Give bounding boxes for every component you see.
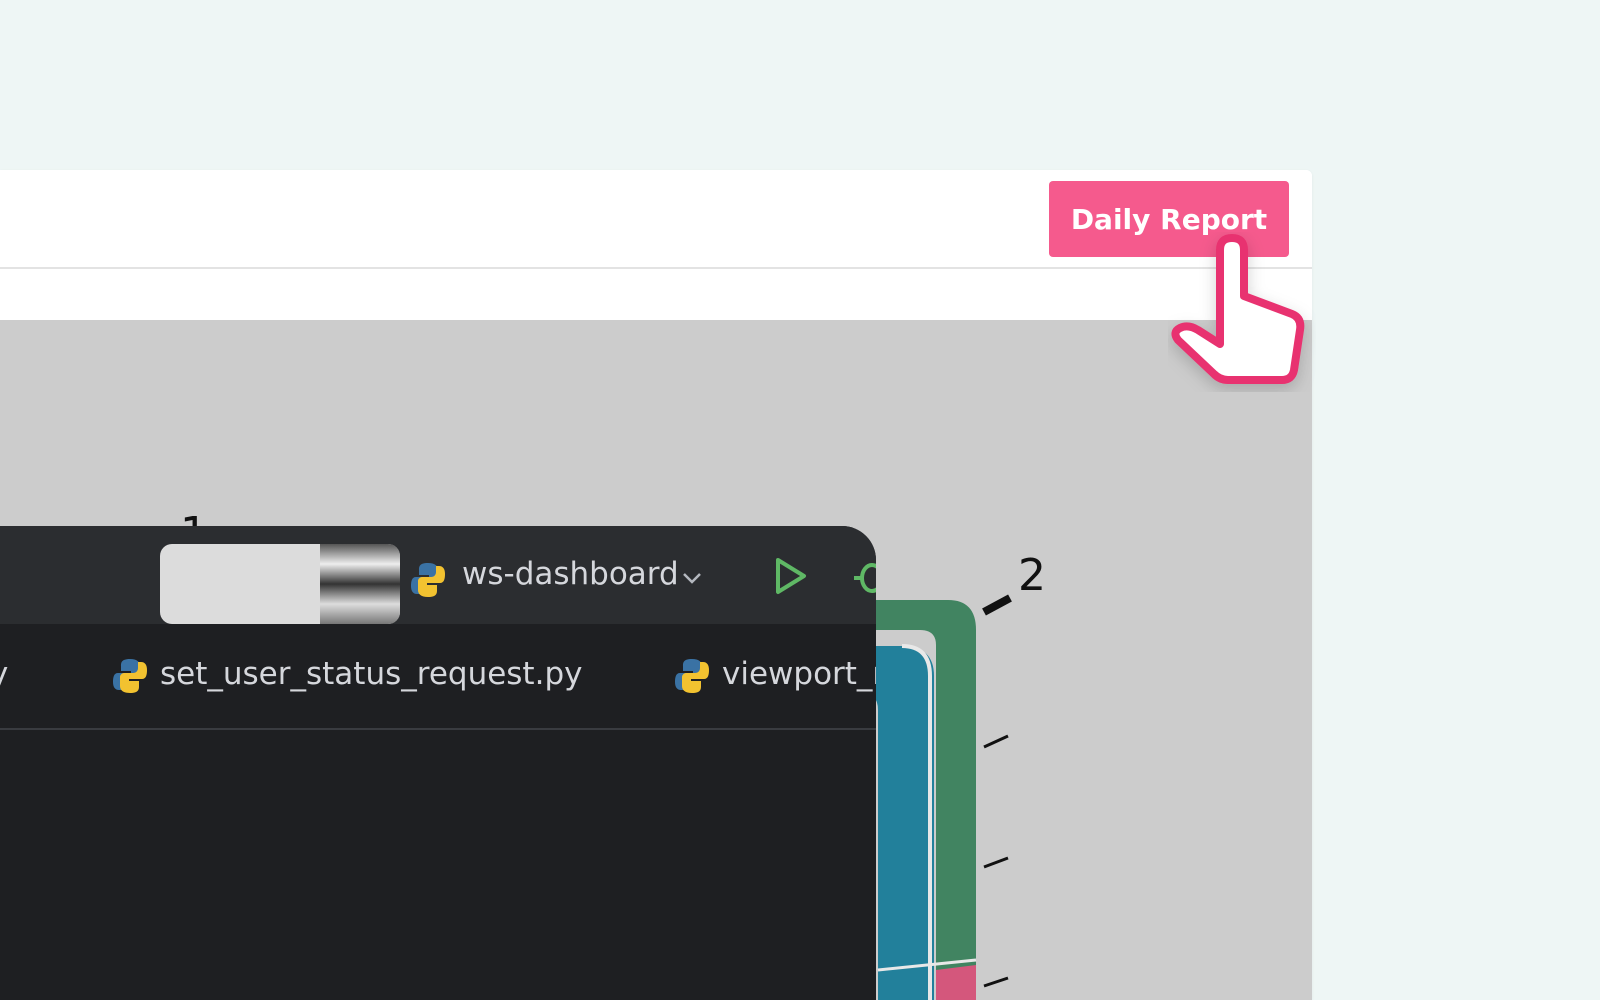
thumbnail-placeholder (160, 544, 400, 624)
card-header: Daily Report (0, 170, 1312, 269)
chevron-down-icon[interactable] (680, 566, 704, 590)
report-card: Daily Report 2 ws-dashboard set_user_sta… (0, 170, 1312, 1000)
python-icon (675, 659, 709, 693)
ruler-label-2: 2 (1018, 550, 1046, 601)
python-icon (411, 563, 445, 597)
ide-toolbar: ws-dashboard (0, 526, 876, 624)
right-ruler-ticks (983, 734, 1009, 988)
ide-window: ws-dashboard y set_user_status_request.p… (0, 526, 876, 1000)
run-icon[interactable] (770, 556, 810, 596)
python-icon (113, 659, 147, 693)
project-name[interactable]: ws-dashboard (462, 556, 679, 592)
debug-icon[interactable] (852, 556, 876, 596)
tab-label: viewport_r (722, 656, 876, 692)
hand-pointer-icon (1171, 234, 1305, 384)
tab-label: set_user_status_request.py (160, 656, 583, 692)
tab-partial-fragment[interactable]: y (0, 656, 8, 692)
editor-tab-bar: y set_user_status_request.py viewport_r (0, 624, 876, 730)
